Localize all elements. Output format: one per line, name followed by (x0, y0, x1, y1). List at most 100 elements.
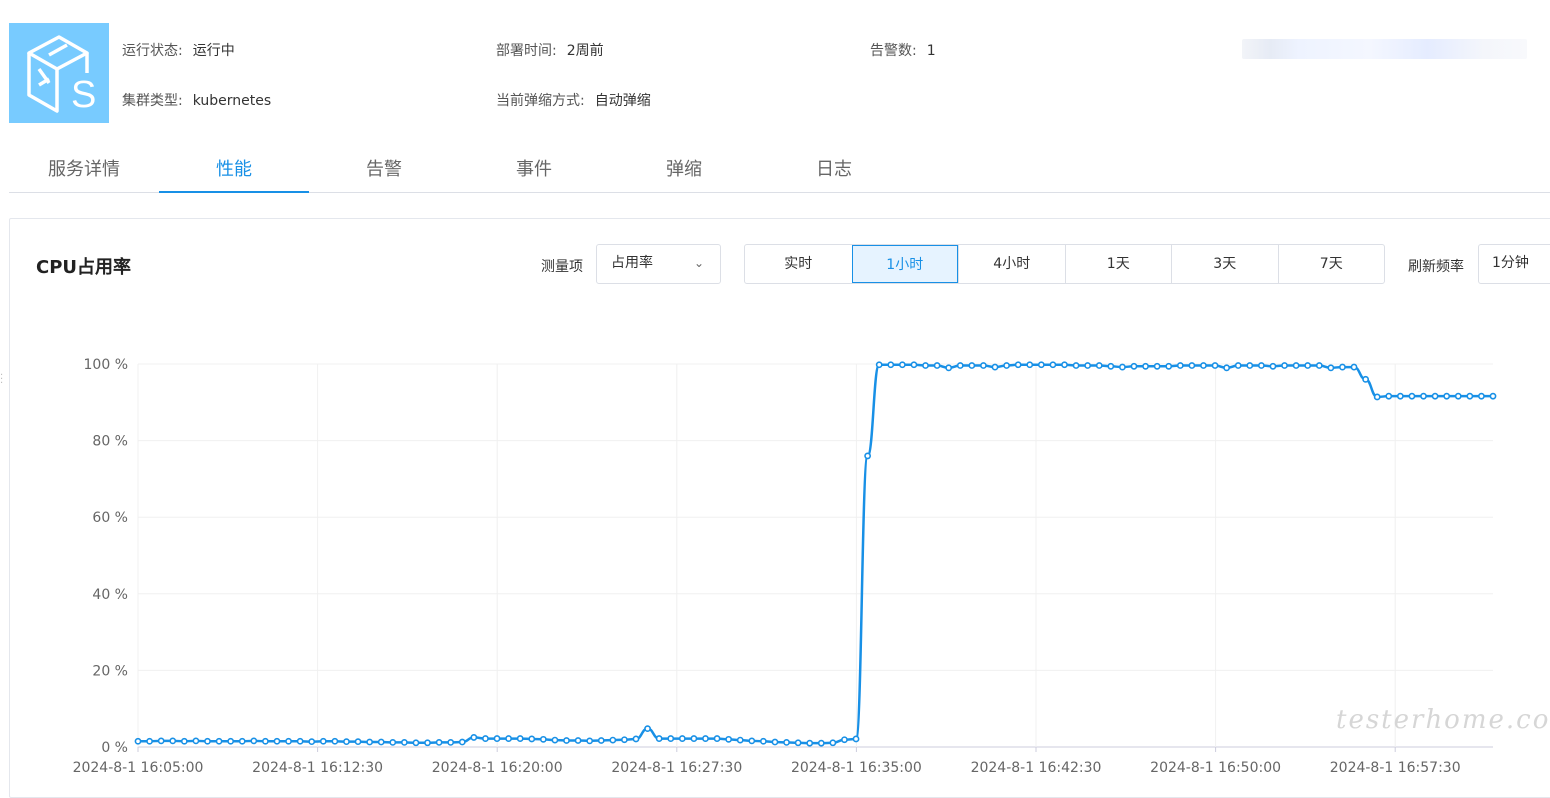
data-point (1142, 362, 1149, 370)
data-point (1385, 392, 1393, 400)
data-point (157, 737, 165, 745)
data-point (875, 361, 883, 369)
y-tick-label: 20 % (92, 663, 128, 679)
data-point (1165, 362, 1173, 370)
data-point (261, 737, 269, 745)
data-point (146, 737, 153, 745)
data-point (621, 736, 628, 744)
data-point (609, 736, 617, 744)
data-point (644, 725, 651, 733)
data-point (1292, 362, 1300, 369)
data-point (285, 737, 292, 745)
data-point (366, 738, 374, 746)
data-point (1350, 363, 1358, 371)
data-point (412, 739, 420, 747)
data-point (678, 735, 686, 742)
data-point (1281, 362, 1288, 369)
data-point (841, 736, 848, 744)
data-point (806, 739, 814, 747)
data-point (227, 737, 235, 745)
data-point (1257, 362, 1265, 369)
data-point (551, 736, 559, 744)
data-point (192, 737, 200, 745)
data-point (505, 735, 512, 742)
y-tick-label: 60 % (92, 510, 128, 526)
chart-grid (137, 363, 1493, 748)
data-point (1373, 393, 1381, 401)
data-point (400, 739, 408, 746)
data-point (667, 735, 675, 742)
data-point (1061, 361, 1068, 369)
data-point (829, 739, 837, 747)
data-point (250, 737, 258, 745)
data-point (134, 737, 142, 745)
data-point (1454, 392, 1462, 400)
data-point (817, 739, 825, 747)
data-point (424, 739, 431, 747)
data-point (968, 362, 976, 369)
data-point (1223, 364, 1231, 372)
data-point (956, 362, 964, 369)
data-point (331, 737, 339, 745)
data-point (783, 739, 790, 746)
data-point (574, 737, 582, 744)
data-point (713, 735, 721, 742)
data-point (794, 739, 802, 747)
data-point (1119, 363, 1126, 371)
data-point (377, 738, 385, 746)
data-point (1478, 392, 1485, 400)
data-point (933, 362, 941, 369)
data-point (759, 737, 767, 745)
data-point (516, 735, 524, 742)
data-point (308, 738, 316, 746)
x-tick-label: 2024-8-1 16:42:30 (971, 760, 1102, 776)
data-point (169, 737, 177, 745)
data-point (864, 452, 872, 460)
data-point (1014, 361, 1022, 369)
data-point (389, 739, 397, 746)
y-tick-label: 40 % (92, 587, 128, 603)
data-point (1466, 392, 1474, 400)
data-point (980, 362, 987, 369)
data-point (945, 364, 953, 372)
data-point (528, 735, 536, 743)
data-point (725, 735, 733, 743)
data-point (1049, 361, 1057, 369)
data-point (887, 361, 895, 369)
data-point (1072, 362, 1080, 369)
data-point (991, 363, 999, 371)
data-point (1431, 392, 1439, 400)
cpu-usage-chart: 0 % 20 % 40 % 60 % 80 % 100 % 2024-8-1 16:05:… (73, 357, 1497, 776)
data-point (898, 361, 906, 369)
data-point (655, 735, 663, 742)
data-point (296, 737, 304, 745)
data-point (1026, 361, 1034, 369)
data-point (910, 361, 918, 369)
data-point (1327, 364, 1335, 372)
data-point (1339, 363, 1346, 371)
data-point (1211, 362, 1219, 369)
data-point (458, 738, 466, 746)
x-tick-label: 2024-8-1 16:27:30 (611, 760, 742, 776)
x-tick-label: 2024-8-1 16:50:00 (1150, 760, 1281, 776)
data-point (1084, 362, 1092, 369)
data-point (1408, 392, 1416, 400)
y-tick-label: 80 % (92, 434, 128, 450)
data-point (354, 738, 362, 746)
data-point (1176, 362, 1184, 369)
data-point (493, 735, 501, 742)
data-point (1443, 392, 1451, 400)
data-point (632, 735, 640, 743)
data-point (1003, 362, 1010, 369)
data-point (1489, 392, 1497, 400)
x-tick-label: 2024-8-1 16:12:30 (252, 760, 383, 776)
data-point (1130, 362, 1138, 370)
data-point (238, 737, 246, 745)
data-point (1362, 375, 1370, 383)
data-point (736, 736, 744, 744)
x-tick-label: 2024-8-1 16:05:00 (73, 760, 204, 776)
data-point (1200, 362, 1207, 369)
data-point (180, 737, 188, 745)
data-point (1269, 362, 1277, 370)
data-point (597, 737, 605, 744)
